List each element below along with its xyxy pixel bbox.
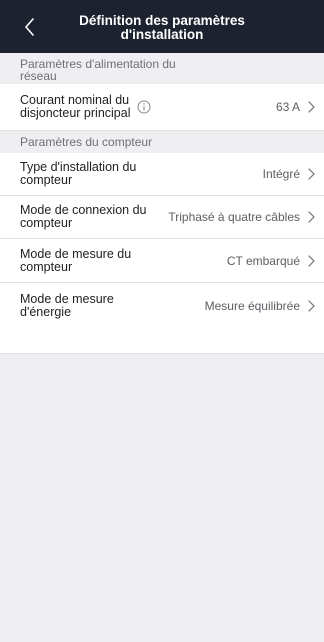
page-title-line1: Définition des paramètres	[79, 13, 245, 28]
row-main-breaker-current[interactable]: Courant nominal du disjoncteur principal…	[0, 84, 324, 131]
row-meter-connection-mode[interactable]: Mode de connexion du compteur Triphasé à…	[0, 196, 324, 239]
section-meter-title: Paramètres du compteur	[20, 135, 153, 149]
row-energy-measurement-label-line1: Mode de mesure	[20, 291, 114, 306]
row-energy-measurement-label-line2: d'énergie	[20, 304, 72, 319]
row-main-breaker-label-line2: disjoncteur principal	[20, 106, 131, 120]
row-energy-measurement-value: Mesure équilibrée	[204, 298, 300, 313]
row-meter-connection-label: Mode de connexion du compteur	[20, 196, 160, 238]
chevron-right-icon	[308, 300, 315, 312]
back-chevron-icon[interactable]	[18, 14, 42, 40]
chevron-right-icon	[308, 211, 315, 223]
empty-background	[0, 354, 324, 642]
info-circle-icon[interactable]	[137, 100, 151, 114]
chevron-right-icon	[308, 101, 315, 113]
top-app-bar: Définition des paramètres d'installation	[0, 0, 324, 53]
row-meter-connection-label-line2: compteur	[20, 216, 73, 230]
chevron-right-icon	[308, 168, 315, 180]
chevron-right-icon	[308, 254, 315, 267]
row-meter-installation-type[interactable]: Type d'installation du compteur Intégré	[0, 153, 324, 196]
row-meter-connection-value: Triphasé à quatre câbles	[168, 210, 300, 224]
row-meter-installation-label-line2: compteur	[20, 173, 73, 187]
row-meter-installation-label: Type d'installation du compteur	[20, 153, 160, 195]
section-grid-supply-header: Paramètres d'alimentation du réseau	[0, 53, 324, 84]
page-title: Définition des paramètres d'installation	[70, 14, 254, 42]
row-energy-measurement-mode[interactable]: Mode de mesure d'énergie Mesure équilibr…	[0, 283, 324, 354]
page-title-line2: d'installation	[120, 27, 204, 42]
section-meter-header: Paramètres du compteur	[0, 131, 324, 153]
section-grid-title-line2: réseau	[20, 69, 57, 83]
section-grid-title-line1: Paramètres d'alimentation du	[20, 57, 176, 71]
row-meter-installation-value: Intégré	[262, 167, 300, 181]
row-main-breaker-value: 63 A	[275, 100, 300, 114]
row-energy-measurement-label: Mode de mesure d'énergie	[20, 258, 160, 353]
